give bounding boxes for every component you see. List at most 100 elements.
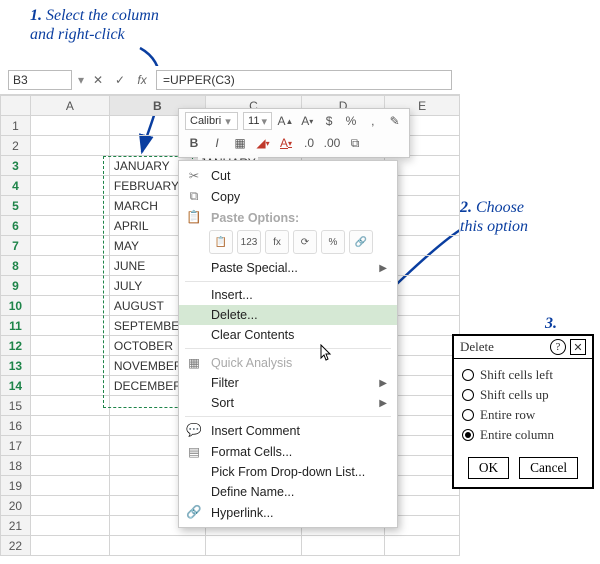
row-header[interactable]: 16 <box>1 416 31 436</box>
cell[interactable] <box>30 376 109 396</box>
row-header[interactable]: 20 <box>1 496 31 516</box>
borders-icon[interactable]: ▦ <box>231 134 249 152</box>
delete-option[interactable]: Shift cells left <box>462 365 584 385</box>
row-header[interactable]: 11 <box>1 316 31 336</box>
dialog-ok-button[interactable]: OK <box>468 457 509 479</box>
row-header[interactable]: 6 <box>1 216 31 236</box>
decrease-font-icon[interactable]: A▾ <box>299 112 316 130</box>
cell[interactable] <box>30 436 109 456</box>
row-header[interactable]: 1 <box>1 116 31 136</box>
confirm-formula-icon[interactable]: ✓ <box>112 72 128 88</box>
row-header[interactable]: 22 <box>1 536 31 556</box>
accounting-format-icon[interactable]: $ <box>321 112 338 130</box>
cm-pick-from-list[interactable]: Pick From Drop-down List... <box>179 462 397 482</box>
row-header[interactable]: 8 <box>1 256 31 276</box>
dialog-help-button[interactable]: ? <box>550 339 566 355</box>
italic-button[interactable]: I <box>208 134 226 152</box>
row-header[interactable]: 5 <box>1 196 31 216</box>
fx-icon[interactable]: fx <box>134 72 150 88</box>
cell[interactable] <box>385 536 460 556</box>
dialog-close-button[interactable]: ✕ <box>570 339 586 355</box>
cm-delete[interactable]: Delete... <box>179 305 397 325</box>
row-header[interactable]: 3 <box>1 156 31 176</box>
cell[interactable] <box>30 416 109 436</box>
cancel-formula-icon[interactable]: ✕ <box>90 72 106 88</box>
dialog-cancel-button[interactable]: Cancel <box>519 457 578 479</box>
cell[interactable] <box>30 336 109 356</box>
delete-option[interactable]: Entire row <box>462 405 584 425</box>
cell[interactable] <box>30 316 109 336</box>
paste-option-4[interactable]: % <box>321 230 345 254</box>
cm-hyperlink[interactable]: 🔗Hyperlink... <box>179 502 397 523</box>
cell[interactable] <box>30 536 109 556</box>
cell[interactable] <box>301 536 384 556</box>
font-size-select[interactable]: 11▾ <box>243 112 272 130</box>
cell[interactable] <box>30 276 109 296</box>
row-header[interactable]: 18 <box>1 456 31 476</box>
cell[interactable] <box>30 156 109 176</box>
decrease-decimal-icon[interactable]: .0 <box>300 134 318 152</box>
row-header[interactable]: 17 <box>1 436 31 456</box>
paste-option-3[interactable]: ⟳ <box>293 230 317 254</box>
cm-paste-special[interactable]: Paste Special...▶ <box>179 258 397 278</box>
cell[interactable] <box>30 456 109 476</box>
row-header[interactable]: 9 <box>1 276 31 296</box>
paste-option-0[interactable]: 📋 <box>209 230 233 254</box>
cell[interactable] <box>30 136 109 156</box>
cell[interactable] <box>30 116 109 136</box>
cell[interactable] <box>109 536 205 556</box>
cm-copy[interactable]: ⧉Copy <box>179 186 397 207</box>
delete-option[interactable]: Entire column <box>462 425 584 445</box>
cm-clear-contents[interactable]: Clear Contents <box>179 325 397 345</box>
delete-option[interactable]: Shift cells up <box>462 385 584 405</box>
cell[interactable] <box>205 536 301 556</box>
cell[interactable] <box>30 476 109 496</box>
cm-sort[interactable]: Sort▶ <box>179 393 397 413</box>
cm-insert[interactable]: Insert... <box>179 285 397 305</box>
cm-filter[interactable]: Filter▶ <box>179 373 397 393</box>
delete-option-label: Entire column <box>480 427 554 443</box>
cell[interactable] <box>30 176 109 196</box>
row-header[interactable]: 21 <box>1 516 31 536</box>
bold-button[interactable]: B <box>185 134 203 152</box>
row-header[interactable]: 13 <box>1 356 31 376</box>
comma-format-icon[interactable]: , <box>364 112 381 130</box>
cm-format-cells[interactable]: ▤Format Cells... <box>179 441 397 462</box>
row-header[interactable]: 2 <box>1 136 31 156</box>
cell[interactable] <box>30 236 109 256</box>
cell[interactable] <box>30 516 109 536</box>
font-color-icon[interactable]: A▾ <box>277 134 295 152</box>
merge-center-icon[interactable]: ⧉ <box>346 134 364 152</box>
row-header[interactable]: 15 <box>1 396 31 416</box>
font-name-select[interactable]: Calibri▾ <box>185 112 238 130</box>
cm-cut[interactable]: ✂Cut <box>179 165 397 186</box>
row-header[interactable]: 12 <box>1 336 31 356</box>
name-box[interactable]: B3 <box>8 70 72 90</box>
row-header[interactable]: 10 <box>1 296 31 316</box>
cm-define-name[interactable]: Define Name... <box>179 482 397 502</box>
format-painter-icon[interactable]: ✎ <box>386 112 403 130</box>
cell[interactable] <box>30 396 109 416</box>
cell[interactable] <box>30 356 109 376</box>
increase-font-icon[interactable]: A▲ <box>277 112 294 130</box>
fill-color-icon[interactable]: ◢▾ <box>254 134 272 152</box>
formula-input[interactable]: =UPPER(C3) <box>156 70 452 90</box>
row-header[interactable]: 4 <box>1 176 31 196</box>
row-22[interactable]: 22 <box>1 536 460 556</box>
increase-decimal-icon[interactable]: .00 <box>323 134 341 152</box>
paste-option-5[interactable]: 🔗 <box>349 230 373 254</box>
row-header[interactable]: 19 <box>1 476 31 496</box>
cm-insert-comment[interactable]: 💬Insert Comment <box>179 420 397 441</box>
percent-format-icon[interactable]: % <box>343 112 360 130</box>
cell[interactable] <box>30 196 109 216</box>
cell[interactable] <box>30 296 109 316</box>
cell[interactable] <box>30 256 109 276</box>
row-header[interactable]: 14 <box>1 376 31 396</box>
cell[interactable] <box>30 496 109 516</box>
paste-option-1[interactable]: 123 <box>237 230 261 254</box>
select-all-corner[interactable] <box>1 96 31 116</box>
cell[interactable] <box>30 216 109 236</box>
paste-option-2[interactable]: fx <box>265 230 289 254</box>
col-header-a[interactable]: A <box>30 96 109 116</box>
row-header[interactable]: 7 <box>1 236 31 256</box>
